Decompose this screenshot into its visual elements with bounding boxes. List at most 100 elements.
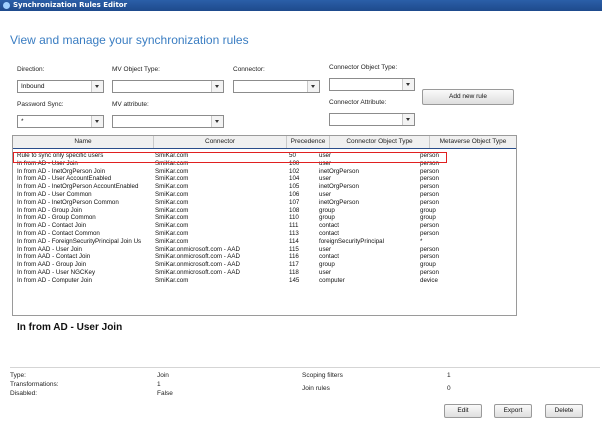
table-row[interactable]: In from AD - Computer Join SmiKar.com 145 c… [13,277,516,285]
connector-attribute-label: Connector Attribute: [329,99,387,106]
cell-metaverse-object-type: person [420,175,439,183]
export-button[interactable]: Export [494,404,532,418]
cell-name: In from AAD - User Join [17,245,82,253]
edit-button[interactable]: Edit [444,404,482,418]
table-row[interactable]: In from AAD - User NGCKey SmiKar.onmicros… [13,269,516,277]
chevron-down-icon[interactable] [91,116,103,127]
cell-name: In from AD - User Common [17,191,92,198]
table-row[interactable]: In from AD - Contact Common SmiKar.com 113… [13,230,516,238]
cell-precedence: 104 [289,175,300,183]
cell-connector: SmiKar.com [155,206,189,214]
window-title: Synchronization Rules Editor [13,1,128,9]
connector-object-type-label: Connector Object Type: [329,64,398,71]
connector-attribute-select[interactable] [329,113,415,126]
cell-precedence: 105 [289,183,300,191]
table-row[interactable]: In from AD - InetOrgPerson Join SmiKar.co… [13,168,516,176]
cell-precedence: 108 [289,206,300,214]
table-row[interactable]: In from AAD - Group Join SmiKar.onmicroso… [13,261,516,269]
column-header-connector-object-type[interactable]: Connector Object Type [330,136,430,148]
chevron-down-icon[interactable] [211,81,223,92]
mv-attribute-select[interactable] [112,115,224,128]
column-header-name[interactable]: Name [13,136,154,148]
table-row[interactable]: In from AD - Contact Join SmiKar.com 111 co… [13,222,516,230]
table-row[interactable]: In from AD - User Common SmiKar.com 106 use… [13,191,516,199]
mv-object-type-label: MV Object Type: [112,66,160,73]
disabled-label: Disabled: [10,390,38,397]
direction-label: Direction: [17,66,45,73]
chevron-down-icon[interactable] [402,79,414,90]
cell-connector: SmiKar.com [155,191,189,198]
cell-connector-object-type: contact [319,230,339,237]
column-header-metaverse-object-type[interactable]: Metaverse Object Type [430,136,516,148]
cell-precedence: 117 [289,261,299,269]
cell-metaverse-object-type: person [420,167,439,175]
cell-precedence: 113 [289,230,299,237]
cell-name: In from AD - Computer Join [17,276,92,284]
cell-name: In from AAD - User NGCKey [17,269,96,276]
chevron-down-icon[interactable] [402,114,414,125]
table-row[interactable]: In from AD - ForeignSecurityPrincipal Jo… [13,238,516,246]
join-rules-label: Join rules [302,385,330,392]
cell-connector-object-type: group [319,206,335,214]
cell-connector: SmiKar.com [155,230,189,237]
delete-button[interactable]: Delete [545,404,583,418]
table-row[interactable]: In from AD - InetOrgPerson AccountEnable… [13,183,516,191]
password-sync-value: * [21,118,24,125]
cell-connector-object-type: inetOrgPerson [319,167,359,175]
connector-select[interactable] [233,80,320,93]
cell-connector-object-type: computer [319,276,345,284]
cell-connector: SmiKar.com [155,214,189,222]
cell-precedence: 110 [289,214,299,222]
cell-precedence: 116 [289,253,299,261]
chevron-down-icon[interactable] [91,81,103,92]
connector-object-type-select[interactable] [329,78,415,91]
table-row[interactable]: In from AD - Group Common SmiKar.com 110 gr… [13,214,516,222]
cell-precedence: 111 [289,222,299,230]
password-sync-label: Password Sync: [17,101,64,108]
direction-value: Inbound [21,83,45,90]
cell-connector: SmiKar.onmicrosoft.com - AAD [155,245,240,253]
column-header-precedence[interactable]: Precedence [287,136,330,148]
cell-precedence: 102 [289,167,300,175]
cell-metaverse-object-type: person [420,198,439,206]
cell-name: In from AD - ForeignSecurityPrincipal Jo… [17,237,142,245]
chevron-down-icon[interactable] [211,116,223,127]
column-header-connector[interactable]: Connector [154,136,287,148]
cell-connector-object-type: group [319,261,335,269]
table-row[interactable]: In from AD - Group Join SmiKar.com 108 grou… [13,207,516,215]
cell-metaverse-object-type: person [420,222,439,230]
cell-connector-object-type: user [319,245,332,253]
cell-metaverse-object-type: person [420,253,439,261]
chevron-down-icon[interactable] [307,81,319,92]
add-new-rule-button[interactable]: Add new rule [422,89,514,105]
cell-connector: SmiKar.onmicrosoft.com - AAD [155,269,240,276]
cell-metaverse-object-type: person [420,230,439,237]
cell-metaverse-object-type: group [420,261,436,269]
cell-precedence: 114 [289,237,299,245]
selected-rule-title: In from AD - User Join [17,322,123,333]
table-row[interactable]: In from AAD - User Join SmiKar.onmicrosof… [13,246,516,254]
table-row[interactable]: In from AAD - Contact Join SmiKar.onmicro… [13,253,516,261]
direction-select[interactable]: Inbound [17,80,104,93]
cell-name: In from AD - Group Common [17,214,96,222]
mv-object-type-select[interactable] [112,80,224,93]
cell-connector: SmiKar.com [155,167,189,175]
cell-connector-object-type: foreignSecurityPrincipal [319,237,384,245]
join-rules-value: 0 [447,385,451,392]
cell-precedence: 106 [289,191,300,198]
cell-precedence: 115 [289,245,299,253]
transformations-label: Transformations: [10,381,59,388]
cell-connector-object-type: contact [319,253,339,261]
type-value: Join [157,372,169,379]
cell-name: In from AAD - Group Join [17,261,87,269]
table-row[interactable]: In from AD - InetOrgPerson Common SmiKar.… [13,199,516,207]
cell-metaverse-object-type: person [420,191,439,198]
table-row[interactable]: In from AD - User AccountEnabled SmiKar.c… [13,175,516,183]
cell-metaverse-object-type: device [420,276,438,284]
cell-metaverse-object-type: person [420,183,439,191]
divider [10,367,600,368]
cell-connector-object-type: user [319,175,332,183]
password-sync-select[interactable]: * [17,115,104,128]
cell-connector-object-type: user [319,191,332,198]
type-label: Type: [10,372,26,379]
